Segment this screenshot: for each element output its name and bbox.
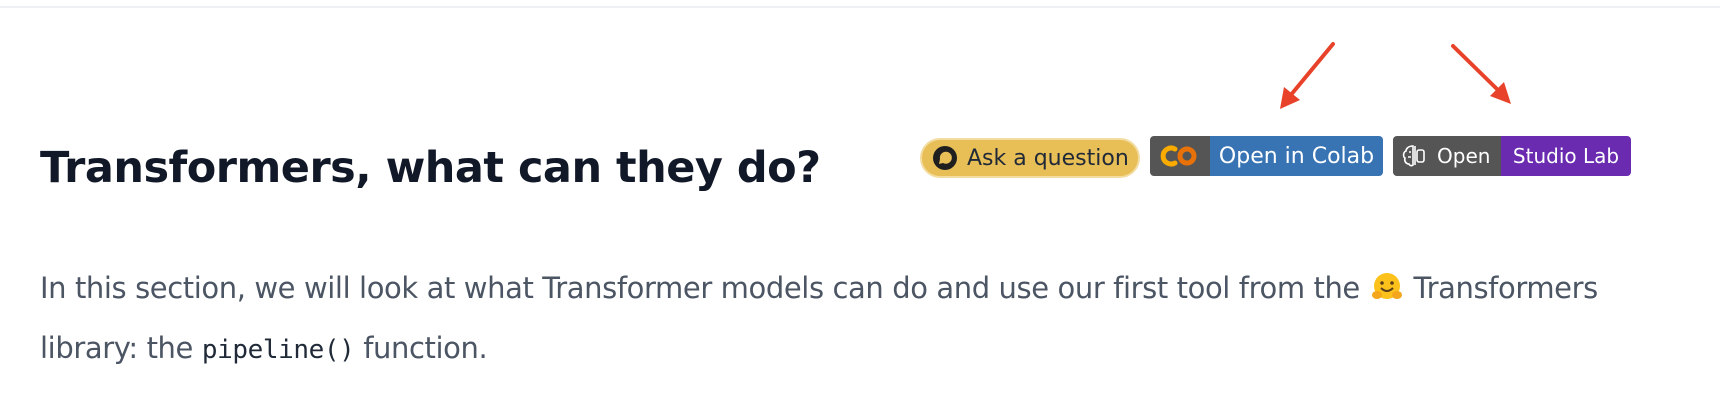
intro-text-part1: In this section, we will look at what Tr… bbox=[40, 271, 1360, 305]
page-title: Transformers, what can they do? bbox=[40, 143, 821, 193]
intro-text-part3: function. bbox=[363, 331, 488, 365]
chat-bubble-icon bbox=[933, 146, 957, 170]
pipeline-code: pipeline() bbox=[201, 335, 355, 365]
studio-open-label: Open bbox=[1437, 144, 1491, 168]
arrow-to-studio-lab bbox=[1451, 44, 1511, 104]
arrow-to-colab bbox=[1280, 42, 1335, 109]
studio-lab-label: Studio Lab bbox=[1501, 136, 1631, 176]
ask-question-button[interactable]: Ask a question bbox=[920, 138, 1140, 178]
colab-logo-icon bbox=[1160, 145, 1197, 167]
brain-icon bbox=[1402, 145, 1425, 167]
open-in-colab-button[interactable]: Open in Colab bbox=[1150, 136, 1383, 176]
colab-logo-segment bbox=[1150, 136, 1210, 176]
open-studio-lab-button[interactable]: Open Studio Lab bbox=[1393, 136, 1631, 176]
studio-lab-left-segment: Open bbox=[1393, 136, 1501, 176]
intro-paragraph: In this section, we will look at what Tr… bbox=[40, 258, 1680, 380]
ask-question-label: Ask a question bbox=[967, 145, 1129, 171]
top-divider bbox=[0, 6, 1720, 8]
hugging-face-emoji-icon bbox=[1371, 273, 1402, 299]
colab-label: Open in Colab bbox=[1210, 136, 1383, 176]
